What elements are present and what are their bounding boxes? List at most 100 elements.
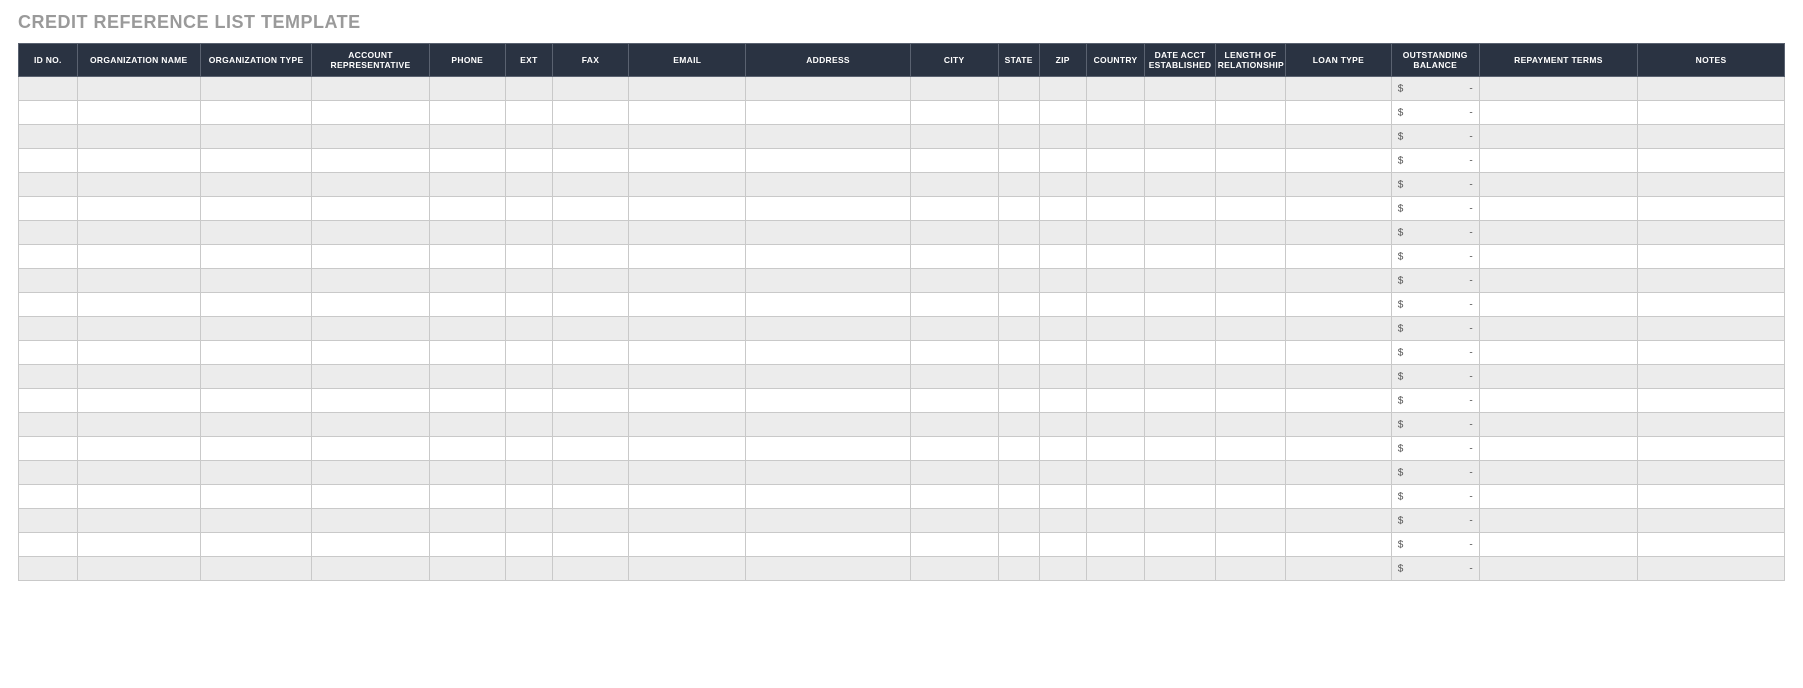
cell[interactable] (1039, 317, 1086, 341)
cell[interactable] (77, 269, 200, 293)
cell[interactable] (1286, 341, 1392, 365)
cell[interactable] (200, 533, 311, 557)
cell[interactable] (1638, 485, 1785, 509)
cell[interactable] (910, 197, 998, 221)
cell[interactable] (1086, 461, 1145, 485)
cell[interactable] (1039, 413, 1086, 437)
cell[interactable] (1086, 77, 1145, 101)
cell[interactable]: $- (1391, 389, 1479, 413)
cell[interactable]: $- (1391, 149, 1479, 173)
cell[interactable] (200, 437, 311, 461)
cell[interactable] (910, 293, 998, 317)
cell[interactable] (1479, 557, 1637, 581)
cell[interactable] (629, 557, 746, 581)
cell[interactable] (1039, 149, 1086, 173)
cell[interactable] (998, 437, 1039, 461)
cell[interactable] (77, 77, 200, 101)
cell[interactable] (910, 365, 998, 389)
cell[interactable]: $- (1391, 485, 1479, 509)
cell[interactable] (1638, 365, 1785, 389)
cell[interactable] (1039, 389, 1086, 413)
cell[interactable] (429, 269, 505, 293)
cell[interactable] (1145, 77, 1215, 101)
cell[interactable] (505, 77, 552, 101)
cell[interactable] (629, 245, 746, 269)
cell[interactable] (1286, 125, 1392, 149)
cell[interactable] (1145, 461, 1215, 485)
cell[interactable]: $- (1391, 437, 1479, 461)
cell[interactable] (1479, 173, 1637, 197)
cell[interactable] (429, 173, 505, 197)
cell[interactable] (629, 509, 746, 533)
cell[interactable] (200, 221, 311, 245)
cell[interactable] (746, 125, 910, 149)
cell[interactable] (1145, 533, 1215, 557)
cell[interactable] (629, 413, 746, 437)
cell[interactable] (1039, 269, 1086, 293)
cell[interactable] (910, 245, 998, 269)
cell[interactable] (629, 101, 746, 125)
cell[interactable] (1479, 485, 1637, 509)
cell[interactable] (1039, 557, 1086, 581)
cell[interactable]: $- (1391, 101, 1479, 125)
cell[interactable] (746, 149, 910, 173)
cell[interactable] (77, 293, 200, 317)
cell[interactable] (552, 461, 628, 485)
cell[interactable] (1215, 413, 1285, 437)
cell[interactable] (1286, 437, 1392, 461)
cell[interactable] (1145, 269, 1215, 293)
cell[interactable] (1145, 245, 1215, 269)
cell[interactable] (552, 485, 628, 509)
cell[interactable] (1039, 173, 1086, 197)
cell[interactable] (1086, 269, 1145, 293)
cell[interactable] (200, 341, 311, 365)
cell[interactable] (1039, 77, 1086, 101)
cell[interactable] (910, 269, 998, 293)
cell[interactable] (1286, 173, 1392, 197)
cell[interactable] (998, 149, 1039, 173)
cell[interactable] (1638, 509, 1785, 533)
cell[interactable] (910, 509, 998, 533)
cell[interactable] (200, 101, 311, 125)
cell[interactable] (1479, 293, 1637, 317)
cell[interactable] (998, 293, 1039, 317)
cell[interactable] (552, 509, 628, 533)
cell[interactable] (629, 317, 746, 341)
cell[interactable] (1086, 437, 1145, 461)
cell[interactable] (746, 389, 910, 413)
cell[interactable] (505, 317, 552, 341)
cell[interactable] (1638, 197, 1785, 221)
cell[interactable] (1086, 293, 1145, 317)
cell[interactable] (312, 557, 429, 581)
cell[interactable] (1215, 197, 1285, 221)
cell[interactable] (1215, 269, 1285, 293)
cell[interactable] (77, 413, 200, 437)
cell[interactable] (552, 221, 628, 245)
cell[interactable] (1039, 533, 1086, 557)
cell[interactable] (505, 269, 552, 293)
cell[interactable] (19, 437, 78, 461)
cell[interactable] (429, 125, 505, 149)
cell[interactable] (629, 365, 746, 389)
cell[interactable] (1215, 125, 1285, 149)
cell[interactable] (1145, 389, 1215, 413)
cell[interactable] (1215, 293, 1285, 317)
cell[interactable] (429, 245, 505, 269)
cell[interactable] (200, 197, 311, 221)
cell[interactable] (505, 173, 552, 197)
cell[interactable] (1479, 389, 1637, 413)
cell[interactable] (910, 221, 998, 245)
cell[interactable] (19, 341, 78, 365)
cell[interactable] (1145, 125, 1215, 149)
cell[interactable] (746, 317, 910, 341)
cell[interactable] (429, 413, 505, 437)
cell[interactable] (552, 149, 628, 173)
cell[interactable] (552, 365, 628, 389)
cell[interactable] (1638, 269, 1785, 293)
cell[interactable] (910, 485, 998, 509)
cell[interactable] (1215, 389, 1285, 413)
cell[interactable] (998, 221, 1039, 245)
cell[interactable] (1086, 149, 1145, 173)
cell[interactable] (19, 173, 78, 197)
cell[interactable] (1215, 533, 1285, 557)
